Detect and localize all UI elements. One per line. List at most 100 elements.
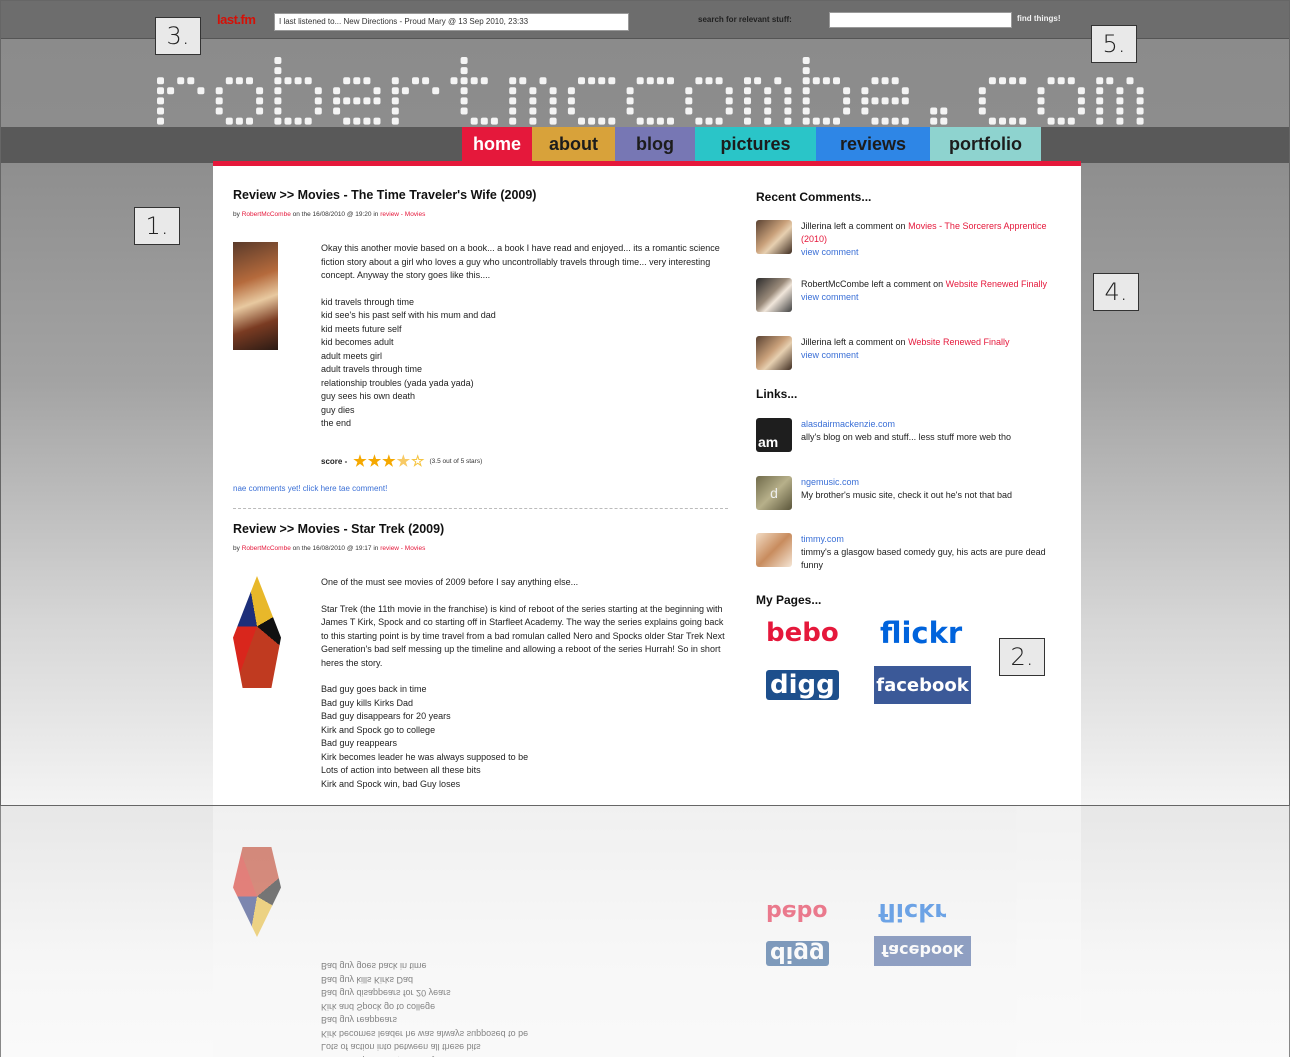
logo-dot: [343, 97, 351, 105]
facebook-badge[interactable]: facebook: [874, 666, 971, 704]
digg-badge[interactable]: digg: [766, 670, 839, 700]
logo-dot: [705, 77, 713, 85]
category-link[interactable]: review - Movies: [380, 545, 425, 552]
nav-reviews[interactable]: reviews: [816, 127, 930, 161]
logo-dot: [539, 77, 547, 85]
logo-dot: [391, 107, 399, 115]
logo-dot: [235, 77, 243, 85]
find-things-button[interactable]: find things!: [1017, 14, 1061, 23]
nav-about[interactable]: about: [532, 127, 615, 161]
nav-pictures[interactable]: pictures: [695, 127, 816, 161]
logo-dot: [656, 117, 664, 125]
logo-dot: [391, 87, 399, 95]
logo-dot: [861, 87, 869, 95]
bebo-badge[interactable]: bebo: [766, 618, 839, 648]
link-url[interactable]: ngemusic.com: [801, 477, 859, 487]
author-link[interactable]: RobertMcCombe: [242, 545, 291, 552]
logo-dot: [901, 87, 909, 95]
logo-dot: [401, 87, 409, 95]
avatar[interactable]: [756, 336, 792, 370]
nav-portfolio[interactable]: portfolio: [930, 127, 1041, 161]
link-url[interactable]: alasdairmackenzie.com: [801, 419, 895, 429]
screenshot-stage: last.fm I last listened to... New Direct…: [0, 0, 1293, 1057]
flickr-badge[interactable]: flickr: [880, 616, 962, 650]
logo-dot: [843, 97, 851, 105]
nav-about-label: about: [549, 133, 598, 154]
plot-line: Bad guy goes back in time: [321, 961, 427, 972]
logo-dot: [764, 97, 772, 105]
logo-dots: [157, 57, 1144, 125]
logo-dot: [802, 77, 810, 85]
logo-dot: [901, 97, 909, 105]
logo-dot: [1096, 77, 1104, 85]
author-link[interactable]: RobertMcCombe: [242, 211, 291, 218]
search-input[interactable]: [829, 12, 1012, 28]
callout-2: 2.: [999, 638, 1045, 676]
plot-line: Bad guy disappears for 20 years: [321, 988, 451, 999]
logo-dot: [685, 107, 693, 115]
logo-dot: [685, 87, 693, 95]
link-url[interactable]: timmy.com: [801, 534, 844, 544]
movie-poster-image[interactable]: [233, 242, 278, 350]
post-separator: [233, 508, 728, 509]
post-intro: One of the must see movies of 2009 befor…: [321, 577, 579, 587]
logo-dot: [391, 117, 399, 125]
comment-target-link[interactable]: Website Renewed Finally: [908, 337, 1009, 347]
view-comment-link[interactable]: view comment: [801, 247, 859, 257]
logo-dot: [999, 77, 1006, 85]
avatar[interactable]: [756, 220, 792, 254]
post-title[interactable]: Review >> Movies - Star Trek (2009): [233, 522, 728, 536]
logo-dot: [764, 107, 772, 115]
logo-dot: [490, 117, 498, 125]
logo-dot: [1057, 77, 1065, 85]
logo-dot: [412, 77, 419, 85]
nav-home-label: home: [472, 133, 521, 154]
nav-reviews-label: reviews: [839, 133, 907, 154]
site-icon[interactable]: am: [756, 418, 792, 452]
logo-dot: [353, 117, 361, 125]
logo-dot: [314, 107, 322, 115]
plot-line: guy sees his own death: [321, 391, 416, 401]
plot-line: the end: [321, 418, 352, 428]
nav-blog[interactable]: blog: [615, 127, 695, 161]
logo-dot: [843, 87, 851, 95]
logo-dot: [725, 97, 733, 105]
site-icon[interactable]: [756, 533, 792, 567]
logo-dot: [353, 97, 361, 105]
logo-dot: [460, 57, 468, 64]
movie-poster-image[interactable]: [233, 576, 281, 688]
logo-dot: [460, 97, 468, 105]
logo-dot: [784, 87, 792, 95]
view-comment-link[interactable]: view comment: [801, 350, 859, 360]
logo-dot: [764, 117, 772, 125]
site-icon[interactable]: d: [756, 476, 792, 510]
logo-dot: [274, 97, 282, 105]
comment-target-link[interactable]: Website Renewed Finally: [946, 279, 1047, 289]
logo-dot: [549, 87, 557, 95]
view-comment-link[interactable]: view comment: [801, 292, 859, 302]
logo-dot: [744, 97, 751, 105]
nav-home[interactable]: home: [462, 127, 532, 161]
comment-mid: left a comment on: [834, 337, 906, 347]
category-link[interactable]: review - Movies: [380, 211, 425, 218]
logo-dot: [567, 107, 575, 115]
no-comments-link[interactable]: nae comments yet! click here tae comment…: [233, 484, 387, 493]
post-title[interactable]: Review >> Movies - The Time Traveler's W…: [233, 188, 728, 202]
logo-dot: [197, 87, 205, 95]
site-icon-text: d: [770, 485, 778, 501]
comment-user: RobertMcCombe: [801, 279, 870, 289]
logo-dot: [822, 117, 830, 125]
avatar[interactable]: [756, 278, 792, 312]
logo-dot: [274, 117, 282, 125]
logo-dot: [626, 107, 634, 115]
logo-dot: [626, 97, 634, 105]
logo-dot: [744, 87, 751, 95]
post-byline: by RobertMcCombe on the 16/08/2010 @ 19:…: [233, 545, 728, 552]
logo-dot: [1057, 117, 1065, 125]
lastfm-logo[interactable]: last.fm: [217, 12, 256, 27]
logo-dot: [881, 77, 889, 85]
logo-dot: [157, 77, 164, 85]
logo-dot: [715, 117, 723, 125]
comment-user: Jillerina: [801, 337, 832, 347]
logo-dot: [988, 77, 996, 85]
